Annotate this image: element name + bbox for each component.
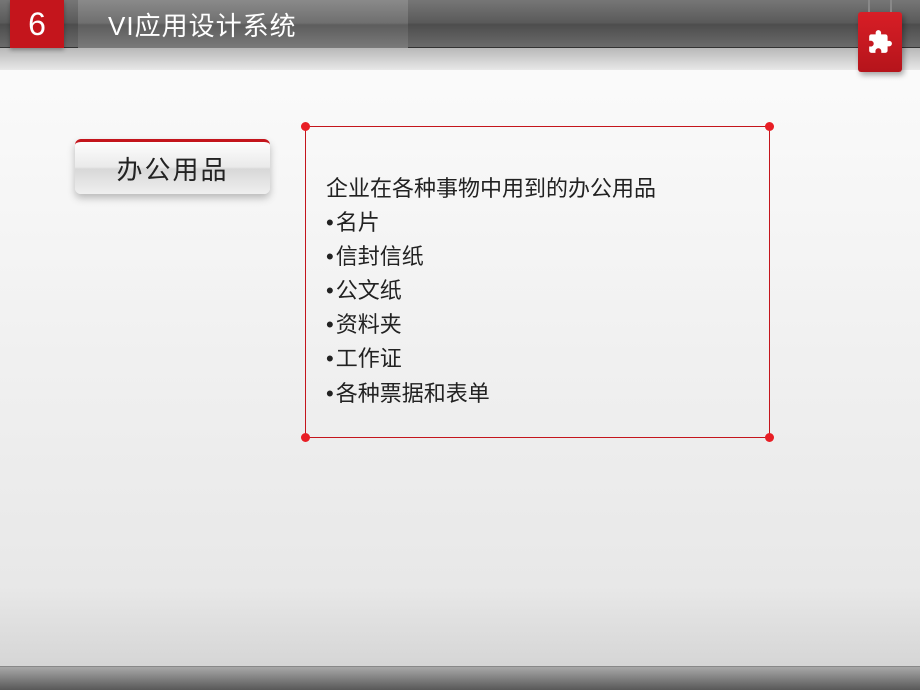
content-intro: 企业在各种事物中用到的办公用品 bbox=[326, 172, 749, 206]
content-text-box[interactable]: 企业在各种事物中用到的办公用品 名片 信封信纸 公文纸 资料夹 工作证 各种票据… bbox=[305, 126, 770, 438]
tag-string bbox=[858, 0, 902, 12]
puzzle-piece-icon bbox=[867, 29, 893, 55]
hanging-tag bbox=[858, 0, 902, 72]
list-item: 工作证 bbox=[326, 342, 749, 376]
list-item: 名片 bbox=[326, 206, 749, 240]
tag-body bbox=[858, 12, 902, 72]
header-shadow bbox=[0, 48, 920, 70]
selection-handle-tr[interactable] bbox=[765, 122, 774, 131]
list-item: 各种票据和表单 bbox=[326, 377, 749, 411]
selection-handle-tl[interactable] bbox=[301, 122, 310, 131]
selection-handle-bl[interactable] bbox=[301, 433, 310, 442]
slide-number: 6 bbox=[10, 0, 64, 48]
selection-handle-br[interactable] bbox=[765, 433, 774, 442]
content-list: 名片 信封信纸 公文纸 资料夹 工作证 各种票据和表单 bbox=[326, 206, 749, 411]
category-badge: 办公用品 bbox=[75, 139, 270, 194]
list-item: 信封信纸 bbox=[326, 240, 749, 274]
list-item: 资料夹 bbox=[326, 308, 749, 342]
slide-title: VI应用设计系统 bbox=[78, 0, 408, 48]
slide-header: 6 VI应用设计系统 bbox=[0, 0, 920, 72]
footer-bar bbox=[0, 666, 920, 690]
list-item: 公文纸 bbox=[326, 274, 749, 308]
